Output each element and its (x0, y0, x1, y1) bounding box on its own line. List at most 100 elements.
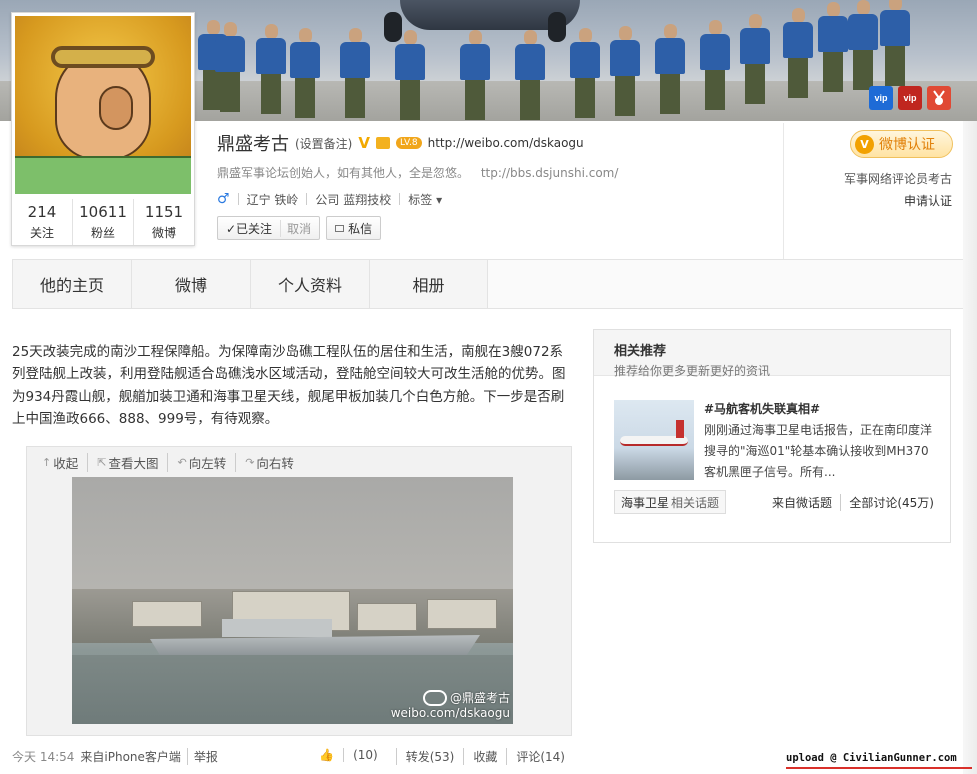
bio-link[interactable]: ttp://bbs.dsjunshi.com/ (481, 166, 619, 180)
apply-verification-link[interactable]: 申请认证 (904, 192, 952, 209)
vip3-icon[interactable]: vip (869, 86, 893, 110)
message-label: 私信 (348, 221, 373, 236)
collapse-button[interactable]: ↑ 收起 (33, 453, 87, 472)
tool-label: 向左转 (188, 456, 227, 471)
avatar[interactable] (15, 16, 191, 194)
topic-tag-main: 海事卫星 (621, 495, 670, 510)
verified-v-icon: V (855, 134, 874, 154)
tags-dropdown[interactable]: 标签 ▾ (408, 191, 442, 208)
related-topic-tag[interactable]: 海事卫星 相关话题 (614, 490, 727, 514)
watermark-underline (786, 767, 972, 769)
company-link[interactable]: 公司 蓝翔技校 (315, 191, 391, 208)
topic-tag-suffix: 相关话题 (671, 495, 720, 510)
post-time[interactable]: 今天 14:54 (12, 748, 74, 765)
pilot-figure (570, 28, 600, 120)
stat-label: 粉丝 (90, 226, 115, 240)
post-source[interactable]: 来自iPhone客户端 (80, 748, 181, 765)
pilot-figure (460, 30, 490, 121)
jet-wheel (548, 12, 566, 42)
enlarge-icon: ⇱ (97, 456, 107, 469)
thumbs-up-icon: 👍 (319, 748, 335, 762)
tab-album[interactable]: 相册 (369, 260, 488, 308)
divider (237, 193, 239, 205)
collapse-icon: ↑ (42, 456, 52, 469)
tool-label: 收起 (53, 456, 79, 471)
verified-v-icon[interactable]: V (358, 134, 370, 152)
tab-profile[interactable]: 个人资料 (250, 260, 370, 308)
upload-watermark: upload @ CivilianGunner.com (786, 752, 957, 764)
followed-button[interactable]: ✓已关注 取消 (217, 216, 321, 240)
level-badge[interactable]: LV.8 (395, 137, 422, 149)
verification-description: 军事网络评论员考古 (843, 172, 952, 186)
pilot-figure (610, 26, 640, 118)
watermark-url: weibo.com/dskaogu (390, 706, 510, 720)
meta-row: ♂ 辽宁 铁岭 公司 蓝翔技校 标签 ▾ (217, 190, 777, 208)
pilot-figure (515, 30, 545, 121)
pilot-figure (783, 8, 813, 100)
rotate-right-button[interactable]: ↷ 向右转 (235, 453, 303, 472)
stat-followers[interactable]: 10611 粉丝 (73, 199, 134, 245)
triangle-down-icon: ▾ (436, 192, 443, 207)
pilot-figure (655, 24, 685, 116)
stat-following[interactable]: 214 关注 (12, 199, 73, 245)
post-photo[interactable]: @鼎盛考古 weibo.com/dskaogu (72, 477, 513, 724)
view-large-button[interactable]: ⇱ 查看大图 (87, 453, 167, 472)
report-link[interactable]: 举报 (186, 748, 218, 765)
vip-red-icon[interactable]: vip (898, 86, 922, 110)
pilot-figure (256, 24, 286, 116)
watermark-name: @鼎盛考古 (449, 690, 510, 705)
weibo-verified-badge[interactable]: V 微博认证 (850, 130, 953, 158)
profile-url-link[interactable]: http://weibo.com/dskaogu (428, 136, 584, 150)
stat-number: 10611 (79, 203, 127, 221)
profile-info: 鼎盛考古 (设置备注) V LV.8 http://weibo.com/dska… (217, 130, 777, 240)
tab-weibo[interactable]: 微博 (131, 260, 251, 308)
post-footer: 今天 14:54 来自iPhone客户端 举报 👍 (10) 转发(53) 收藏 … (12, 748, 577, 766)
repost-button[interactable]: 转发(53) (395, 748, 464, 765)
location-link[interactable]: 辽宁 铁岭 (247, 191, 299, 208)
topic-thumbnail[interactable] (614, 400, 694, 480)
favorite-button[interactable]: 收藏 (463, 748, 506, 765)
crown-icon[interactable] (375, 137, 390, 149)
verified-label: 微博认证 (879, 137, 935, 153)
topic-source[interactable]: 来自微话题 (772, 494, 832, 511)
tab-home[interactable]: 他的主页 (12, 260, 132, 308)
weibo-logo-icon (422, 690, 447, 706)
like-button[interactable]: 👍 (10) (301, 748, 396, 765)
rotate-right-icon: ↷ (245, 456, 255, 469)
rotate-left-button[interactable]: ↶ 向左转 (167, 453, 235, 472)
sidebar-subtitle: 推荐给你更多更新更好的资讯 (614, 364, 771, 378)
message-button[interactable]: 私信 (326, 216, 382, 240)
pilot-figure (395, 30, 425, 121)
profile-stats: 214 关注 10611 粉丝 1151 微博 (12, 199, 194, 245)
topic-description: 刚刚通过海事卫星电话报告，正在南印度洋搜寻的"海巡01"轮基本确认接收到MH37… (704, 423, 933, 479)
topic-title[interactable]: #马航客机失联真相# (704, 400, 820, 417)
stat-number: 1151 (144, 203, 184, 221)
medal-icon[interactable] (927, 86, 951, 110)
all-discussion-link[interactable]: 全部讨论(45万) (840, 494, 934, 511)
avatar-card: 214 关注 10611 粉丝 1151 微博 (11, 12, 195, 246)
divider (399, 193, 401, 205)
stat-posts[interactable]: 1151 微博 (134, 199, 194, 245)
stat-number: 214 (27, 203, 57, 221)
building (427, 599, 497, 629)
page-edge (963, 121, 977, 774)
pilot-figure (880, 0, 910, 88)
bio-row: 鼎盛军事论坛创始人，如有其他人，全是忽悠。 ttp://bbs.dsjunshi… (217, 164, 777, 182)
mail-icon (335, 224, 345, 232)
airplane-tail (676, 420, 684, 438)
verification-box: V 微博认证 军事网络评论员考古 申请认证 (783, 123, 977, 259)
comment-button[interactable]: 评论(14) (506, 748, 574, 765)
followed-label: ✓已关注 (226, 221, 273, 236)
pilot-figure (215, 22, 245, 114)
rotate-left-icon: ↶ (177, 456, 187, 469)
unfollow-link[interactable]: 取消 (280, 219, 311, 237)
stat-label: 关注 (29, 226, 54, 240)
divider (306, 193, 308, 205)
sidebar-title: 相关推荐 (614, 344, 667, 359)
set-remark-link[interactable]: (设置备注) (295, 135, 352, 152)
tool-label: 查看大图 (108, 456, 159, 471)
ship-superstructure (222, 619, 332, 637)
tool-label: 向右转 (256, 456, 294, 471)
building (132, 601, 202, 627)
bio-text: 鼎盛军事论坛创始人，如有其他人，全是忽悠。 (217, 166, 470, 180)
